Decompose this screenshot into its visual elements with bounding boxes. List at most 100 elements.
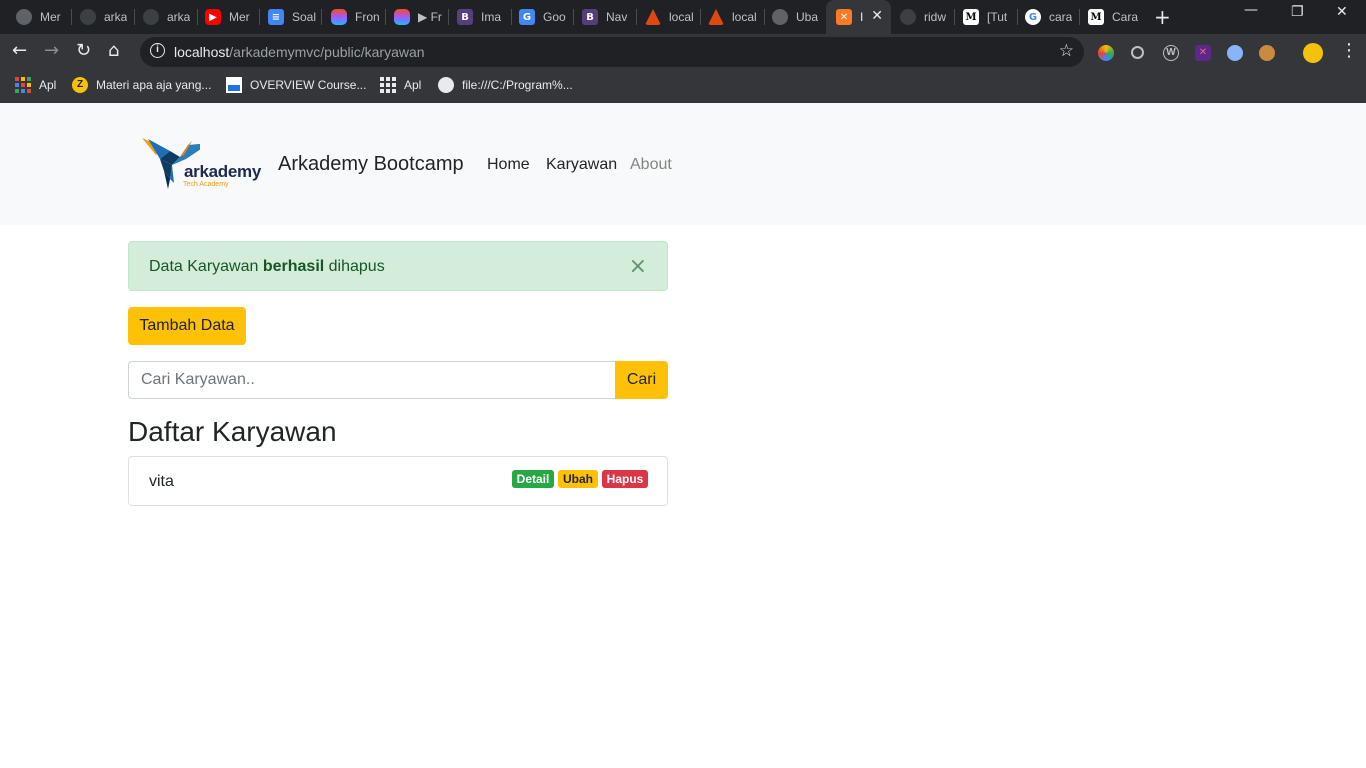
tab-title: local [732,10,757,24]
nav-link-about[interactable]: About [630,156,672,174]
github-icon [900,9,916,25]
search-input[interactable] [128,361,616,399]
browser-tab-active[interactable]: ✕ I ✕ [826,0,891,34]
globe-icon [438,77,454,93]
bookmark-item[interactable]: OVERVIEW Course... [226,77,366,93]
browser-tab[interactable]: B Ima [447,0,510,34]
github-icon [80,9,96,25]
window-close-icon[interactable]: ✕ [1336,4,1348,20]
tab-title: arka [104,10,128,24]
forward-arrow-icon[interactable]: → [44,40,59,61]
logo-subtext: Tech Academy [183,181,229,188]
youtube-icon: ▶ [205,9,221,25]
edit-badge-button[interactable]: Ubah [558,470,598,488]
tab-title: arka [167,10,191,24]
browser-tab[interactable]: Mer [6,0,70,34]
tab-title: [Tut [987,10,1008,24]
home-icon[interactable]: ⌂ [108,40,119,61]
extension-wappalyzer-icon[interactable]: W [1163,45,1179,61]
minimize-icon[interactable]: — [1244,2,1258,18]
apps-icon [15,77,31,93]
figma-icon [394,9,410,25]
url-host: localhost [174,44,230,60]
nav-link-karyawan[interactable]: Karyawan [546,156,617,174]
browser-tab[interactable]: M [Tut [953,0,1016,34]
address-bar[interactable]: i localhost/arkademymvc/public/karyawan … [140,37,1084,67]
browser-tab[interactable]: arka [70,0,134,34]
browser-tab[interactable]: Uba [762,0,825,34]
tab-title: Mer [229,10,250,24]
site-navbar: arkademy Tech Academy Arkademy Bootcamp … [0,103,1366,225]
tab-title: Mer [40,10,61,24]
restore-icon[interactable]: ❐ [1291,4,1304,20]
globe-icon [772,9,788,25]
bookmark-item[interactable]: file:///C:/Program%... [438,77,573,93]
search-button[interactable]: Cari [615,361,668,399]
tab-title: Soal [292,10,317,24]
browser-tab[interactable]: local [698,0,761,34]
back-arrow-icon[interactable]: ← [12,40,27,61]
browser-tab[interactable]: ≡ Soal [258,0,321,34]
browser-tab[interactable]: ▶ Mer [195,0,258,34]
extension-cookie-icon[interactable] [1259,45,1275,61]
close-icon[interactable]: ✕ [871,8,883,24]
extension-circle-icon[interactable] [1131,46,1144,59]
bookmark-item[interactable]: Z Materi apa aja yang... [72,77,211,93]
bookmark-item[interactable]: Apl [380,77,421,93]
delete-badge-button[interactable]: Hapus [602,470,648,488]
navbar-brand[interactable]: Arkademy Bootcamp [278,153,464,176]
course-icon [226,77,242,93]
tab-title: cara [1049,10,1073,24]
browser-tab[interactable]: local [635,0,698,34]
browser-tab[interactable]: G Goo [509,0,572,34]
browser-tab[interactable]: B Nav [572,0,635,34]
xampp-icon: ✕ [836,9,852,25]
browser-tab[interactable]: M Cara [1078,0,1141,34]
extension-x-icon[interactable]: ✕ [1195,45,1211,61]
alert-message: Data Karyawan berhasil dihapus [149,258,385,276]
avatar[interactable] [1303,43,1323,63]
z-icon: Z [72,77,88,93]
tab-title: Nav [606,10,628,24]
bookmark-star-icon[interactable]: ☆ [1059,41,1074,61]
browser-tab[interactable]: ▶ Fr [384,0,447,34]
tab-title: Cara [1112,10,1139,24]
bookmarks-bar: Apl Z Materi apa aja yang... OVERVIEW Co… [0,69,1366,103]
nav-link-home[interactable]: Home [487,156,530,174]
browser-tab[interactable]: Fron [321,0,384,34]
docs-icon: ≡ [268,9,284,25]
tab-title: Goo [543,10,566,24]
bookmark-item[interactable]: Apl [15,77,56,93]
google-icon: G [1025,9,1041,25]
success-alert: Data Karyawan berhasil dihapus × [128,241,668,291]
url-text: localhost/arkademymvc/public/karyawan [174,44,425,60]
bootstrap-icon: B [582,9,598,25]
tab-title: I [860,10,864,24]
translate-icon: G [519,9,535,25]
codeigniter-icon [708,9,724,25]
bookmark-label: Apl [39,78,57,92]
bookmark-label: Materi apa aja yang... [96,78,212,92]
browser-tab-strip: Mer arka arka ▶ Mer ≡ Soal Fron ▶ Fr B I… [0,0,1366,34]
reload-icon[interactable]: ↻ [76,40,91,61]
bookmark-label: Apl [404,78,422,92]
github-icon [143,9,159,25]
extension-colorpick-icon[interactable] [1098,45,1114,61]
alert-close-icon[interactable]: × [629,256,647,278]
arkademy-logo[interactable]: arkademy Tech Academy [140,135,262,193]
new-tab-plus-icon[interactable]: + [1154,5,1171,29]
alert-strong: berhasil [262,258,325,275]
tab-title: local [669,10,694,24]
browser-tab[interactable]: G cara [1015,0,1078,34]
browser-tab[interactable]: ridw [890,0,953,34]
menu-dots-icon[interactable]: ⋮ [1340,40,1358,61]
extension-blue-icon[interactable] [1227,45,1243,61]
tab-title: Fron [355,10,380,24]
figma-icon [331,9,347,25]
site-info-icon[interactable]: i [150,43,165,58]
add-data-button[interactable]: Tambah Data [128,307,246,345]
browser-tab[interactable]: arka [133,0,196,34]
browser-toolbar: ← → ↻ ⌂ i localhost/arkademymvc/public/k… [0,34,1366,69]
bookmark-label: file:///C:/Program%... [462,78,573,92]
detail-badge-button[interactable]: Detail [512,470,554,488]
